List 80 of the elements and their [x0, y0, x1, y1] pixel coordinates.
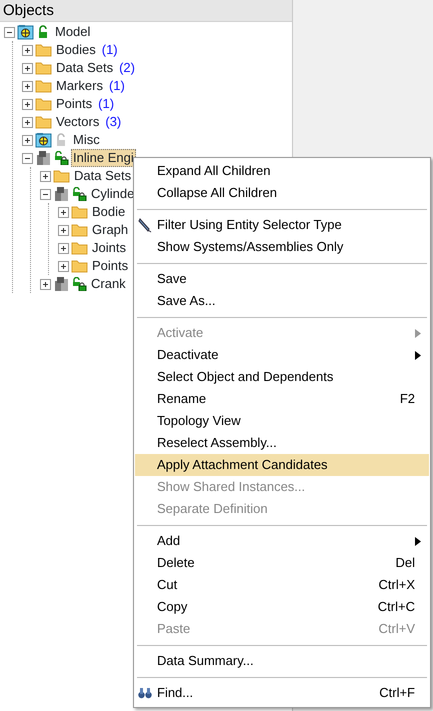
tree-item[interactable]: Points — [54, 95, 94, 113]
tree-item[interactable]: Joints — [90, 239, 128, 257]
collapse-icon[interactable] — [22, 152, 33, 164]
menu-item[interactable]: Show Systems/Assemblies Only — [135, 236, 429, 258]
tree-item[interactable]: Inline Engi — [71, 149, 136, 167]
assembly-icon — [53, 186, 70, 202]
menu-item[interactable]: Save — [135, 268, 429, 290]
menu-item[interactable]: Delete Del — [135, 552, 429, 574]
item-count: (3) — [105, 113, 122, 132]
item-count: (1) — [98, 95, 114, 114]
folder-icon — [53, 168, 70, 184]
lock-icon — [54, 151, 69, 165]
shortcut-label: Ctrl+F — [379, 684, 415, 702]
menu-item[interactable]: Data Summary... — [135, 650, 429, 672]
folder-icon — [35, 78, 52, 94]
expand-icon[interactable] — [22, 98, 33, 110]
tree-item[interactable]: Bodie — [90, 203, 128, 221]
item-count: (2) — [119, 59, 135, 78]
tree-item[interactable]: Data Sets — [54, 59, 116, 77]
expand-icon[interactable] — [22, 62, 33, 74]
assembly-icon — [53, 276, 70, 292]
item-count: (1) — [102, 41, 118, 60]
expand-icon[interactable] — [22, 44, 33, 56]
pen-icon — [137, 217, 153, 233]
shortcut-label: Ctrl+X — [378, 576, 415, 594]
folder-icon — [71, 222, 88, 238]
menu-item[interactable]: Select Object and Dependents — [135, 366, 429, 388]
expand-icon[interactable] — [40, 278, 51, 290]
tree-item[interactable]: Markers — [54, 77, 105, 95]
expand-icon[interactable] — [40, 170, 51, 182]
tree-item[interactable]: Model — [53, 23, 92, 41]
shortcut-label: F2 — [400, 390, 415, 408]
menu-item[interactable]: Deactivate — [135, 344, 429, 366]
shortcut-label: Ctrl+C — [378, 598, 415, 616]
tree-item[interactable]: Graph — [90, 221, 130, 239]
menu-item[interactable]: Filter Using Entity Selector Type — [135, 214, 429, 236]
model-icon — [17, 24, 34, 40]
binoculars-icon — [137, 685, 153, 701]
folder-icon — [35, 96, 52, 112]
menu-item[interactable]: Find... Ctrl+F — [135, 682, 429, 704]
collapse-icon[interactable] — [4, 26, 15, 38]
expand-icon[interactable] — [58, 206, 69, 218]
menu-item[interactable]: Save As... — [135, 290, 429, 312]
menu-item[interactable]: Expand All Children — [135, 160, 429, 182]
menu-item[interactable]: Topology View — [135, 410, 429, 432]
tree-item[interactable]: Vectors — [54, 113, 102, 131]
folder-icon — [71, 204, 88, 220]
expand-icon[interactable] — [22, 80, 33, 92]
lock-icon — [72, 187, 87, 201]
lock-icon — [72, 277, 87, 291]
tree-item[interactable]: Points — [90, 257, 130, 275]
tree-item[interactable]: Bodies — [54, 41, 98, 59]
expand-icon[interactable] — [58, 260, 69, 272]
collapse-icon[interactable] — [40, 188, 51, 200]
folder-icon — [35, 42, 52, 58]
folder-icon — [71, 240, 88, 256]
expand-icon[interactable] — [22, 116, 33, 128]
menu-item[interactable]: Reselect Assembly... — [135, 432, 429, 454]
shortcut-label: Ctrl+V — [378, 620, 415, 638]
panel-title: Objects — [0, 0, 292, 22]
folder-icon — [35, 114, 52, 130]
expand-icon[interactable] — [58, 224, 69, 236]
folder-icon — [71, 258, 88, 274]
item-count: (1) — [108, 77, 125, 96]
tree-item[interactable]: Misc — [71, 131, 102, 149]
menu-item[interactable]: Rename F2 — [135, 388, 429, 410]
menu-item[interactable]: Add — [135, 530, 429, 552]
tree-item[interactable]: Data Sets — [72, 167, 134, 185]
shortcut-label: Del — [395, 554, 415, 572]
tree-item[interactable]: Crank — [89, 275, 128, 293]
menu-item[interactable]: Apply Attachment Candidates — [135, 454, 429, 476]
folder-icon — [35, 60, 52, 76]
model-icon — [35, 132, 52, 148]
expand-icon[interactable] — [22, 134, 33, 146]
tree-item[interactable]: Cylinde — [89, 185, 136, 203]
expand-icon[interactable] — [58, 242, 69, 254]
menu-item[interactable]: Copy Ctrl+C — [135, 596, 429, 618]
assembly-icon — [35, 150, 52, 166]
menu-item[interactable]: Cut Ctrl+X — [135, 574, 429, 596]
menu-item[interactable]: Collapse All Children — [135, 182, 429, 204]
